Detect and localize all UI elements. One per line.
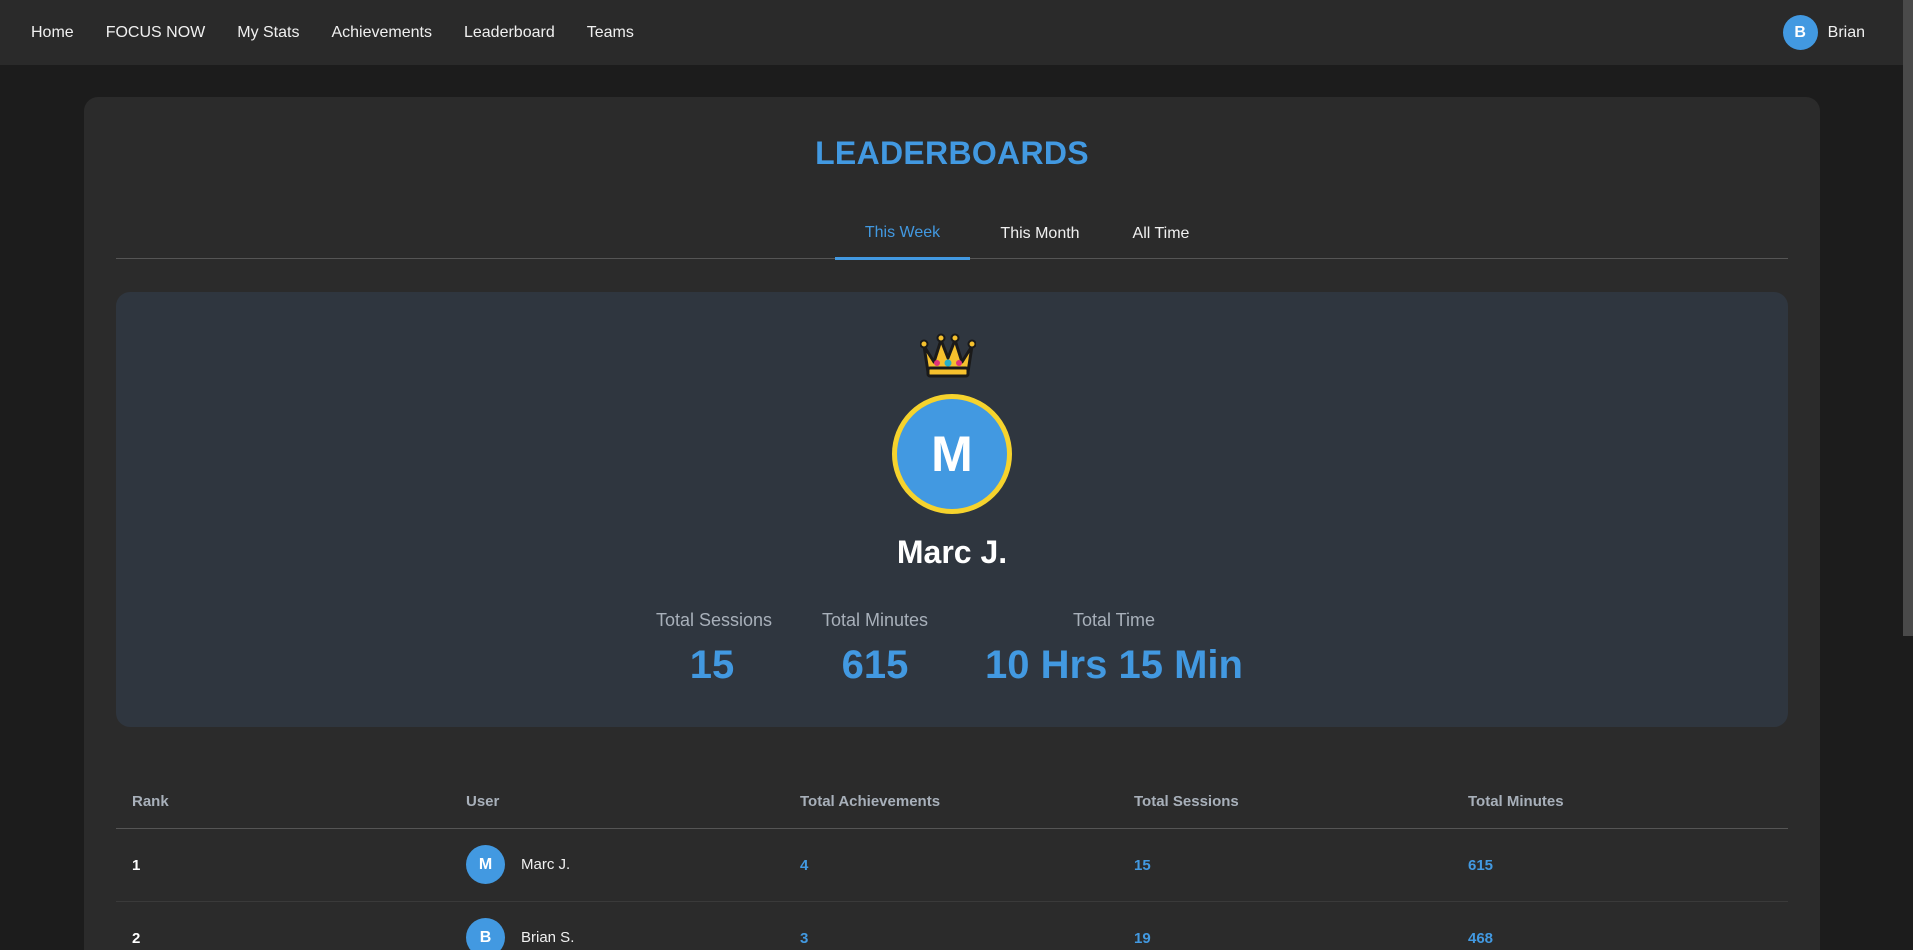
user-name: Brian S. (521, 929, 575, 946)
header-user: User (466, 793, 500, 810)
champion-panel: M Marc J. Total Sessions 15 Total Minute… (116, 292, 1788, 727)
page-title: LEADERBOARDS (815, 135, 1089, 171)
tab-this-week[interactable]: This Week (835, 209, 970, 260)
top-navigation: Home FOCUS NOW My Stats Achievements Lea… (0, 0, 1903, 65)
stat-label: Total Sessions (656, 610, 773, 630)
sessions-cell: 19 (1134, 930, 1151, 947)
header-total-sessions: Total Sessions (1134, 793, 1239, 810)
rank-cell: 2 (132, 930, 141, 947)
stat-total-minutes: Total Minutes 615 (819, 610, 931, 688)
achievements-cell: 4 (800, 857, 809, 874)
stat-label: Total Time (1072, 610, 1156, 630)
stat-total-time: Total Time 10 Hrs 15 Min (982, 610, 1246, 688)
user-menu[interactable]: B Brian (1782, 15, 1865, 50)
champion-name: Marc J. (896, 534, 1008, 570)
stat-label: Total Minutes (821, 610, 929, 630)
nav-achievements[interactable]: Achievements (331, 24, 432, 42)
user-name: Marc J. (521, 856, 571, 873)
header-total-achievements: Total Achievements (800, 793, 941, 810)
tab-all-time[interactable]: All Time (1116, 209, 1206, 259)
avatar: B (466, 918, 505, 950)
stat-value: 10 Hrs 15 Min (985, 643, 1243, 687)
table-row[interactable]: 1 M Marc J. 4 15 615 (116, 829, 1788, 902)
scrollbar-thumb[interactable] (1903, 0, 1913, 636)
scrollbar-track[interactable] (1903, 0, 1913, 950)
user-avatar: B (1782, 15, 1818, 50)
minutes-cell: 468 (1468, 930, 1494, 947)
leaderboard-card: LEADERBOARDS This Week This Month All Ti… (84, 97, 1820, 950)
header-rank: Rank (132, 793, 169, 810)
stat-total-sessions: Total Sessions 15 (656, 610, 773, 688)
nav-leaderboard[interactable]: Leaderboard (464, 24, 555, 42)
header-total-minutes: Total Minutes (1468, 793, 1564, 810)
sessions-cell: 15 (1134, 857, 1151, 874)
nav-home[interactable]: Home (31, 24, 74, 42)
rank-cell: 1 (132, 857, 141, 874)
crown-icon (920, 333, 976, 378)
period-tabs: This Week This Month All Time (116, 209, 1788, 260)
stat-value: 615 (841, 643, 909, 687)
minutes-cell: 615 (1468, 857, 1494, 874)
avatar: M (466, 845, 505, 884)
nav-teams[interactable]: Teams (587, 24, 634, 42)
user-cell: B Brian S. (466, 918, 574, 950)
leaderboard-table: Rank User Total Achievements Total Sessi… (116, 777, 1788, 950)
champion-avatar: M (892, 394, 1012, 514)
achievements-cell: 3 (800, 930, 809, 947)
stat-value: 15 (689, 643, 735, 687)
nav-my-stats[interactable]: My Stats (237, 24, 299, 42)
table-header: Rank User Total Achievements Total Sessi… (116, 777, 1788, 829)
user-cell: M Marc J. (466, 845, 570, 884)
nav-focus-now[interactable]: FOCUS NOW (106, 24, 206, 42)
table-row[interactable]: 2 B Brian S. 3 19 468 (116, 902, 1788, 950)
user-name: Brian (1827, 23, 1865, 41)
tab-this-month[interactable]: This Month (984, 209, 1096, 259)
